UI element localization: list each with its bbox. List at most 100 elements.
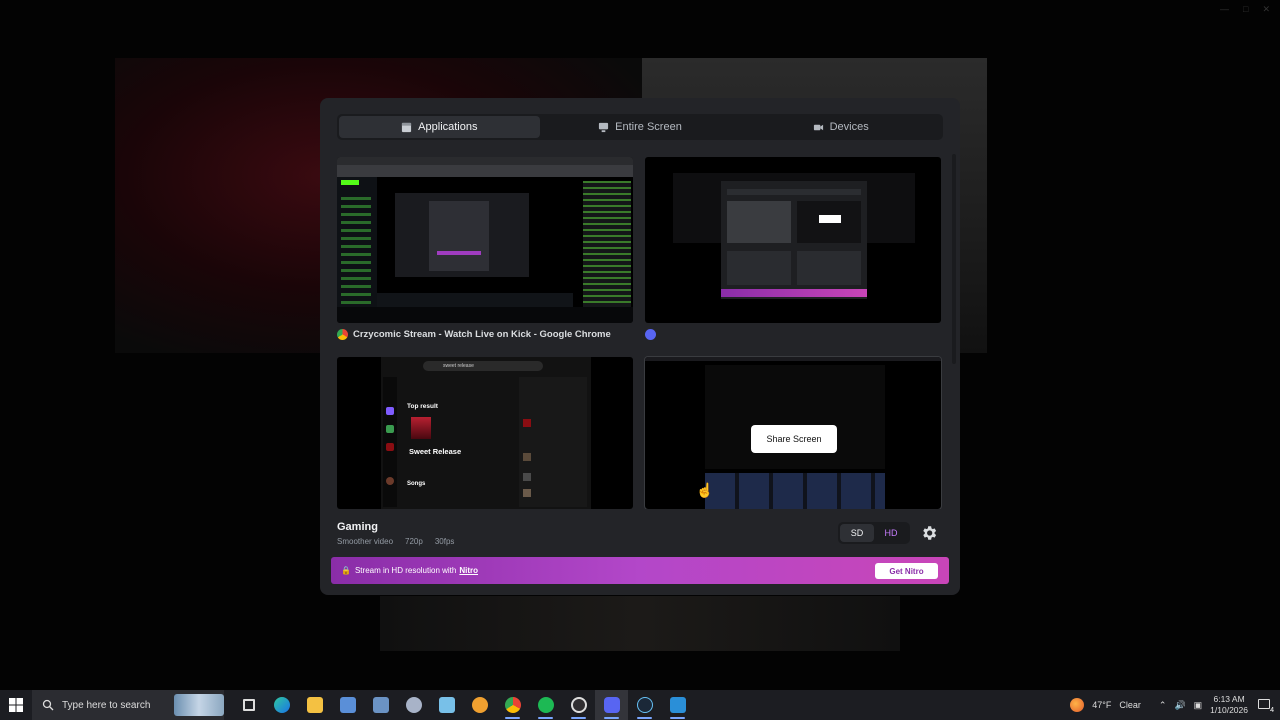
window-grid: Crzycomic Stream - Watch Live on Kick - …: [337, 157, 945, 509]
camera-icon: [813, 124, 823, 130]
close-icon[interactable]: ✕: [1262, 4, 1270, 15]
edge-icon: [273, 697, 290, 713]
taskbar-steam[interactable]: [628, 690, 661, 720]
windows-taskbar: Type here to search 47°F Clear ⌃ 🔊 ▣ 6:1…: [0, 690, 1280, 720]
get-nitro-button[interactable]: Get Nitro: [875, 563, 938, 579]
screen-share-modal: Applications Entire Screen Devices Crzyc…: [320, 98, 960, 595]
maximize-icon[interactable]: □: [1243, 4, 1248, 15]
game-icon: [405, 697, 422, 713]
application-icon: [402, 122, 412, 132]
resolution-toggle: SD HD: [838, 522, 910, 544]
nitro-message: Stream in HD resolution with: [354, 566, 457, 575]
taskbar-edge[interactable]: [265, 690, 298, 720]
window-caption-chrome: Crzycomic Stream - Watch Live on Kick - …: [337, 329, 611, 340]
window-thumbnail-discord[interactable]: [645, 157, 941, 323]
search-highlight-image: [174, 694, 224, 716]
taskbar-file-explorer[interactable]: [298, 690, 331, 720]
share-screen-button[interactable]: Share Screen: [751, 425, 837, 453]
spotify-window: sweet release Top result Sweet Release S…: [381, 357, 591, 509]
clock-date: 1/10/2026: [1210, 705, 1248, 715]
window-controls: — □ ✕: [1220, 4, 1270, 15]
hd-option[interactable]: HD: [874, 524, 908, 542]
taskbar-discord[interactable]: [595, 690, 628, 720]
clock-time: 6:13 AM: [1213, 694, 1245, 704]
system-tray: 47°F Clear ⌃ 🔊 ▣ 6:13 AM 1/10/2026 4: [1070, 690, 1280, 720]
background-video-bottom: [380, 596, 900, 651]
spotify-icon: [537, 697, 554, 713]
hand-cursor-icon: ☝: [696, 482, 714, 498]
clock[interactable]: 6:13 AM 1/10/2026: [1210, 694, 1248, 716]
window-caption-discord: [645, 329, 661, 340]
spotify-nav: [383, 377, 397, 507]
start-button[interactable]: [0, 690, 32, 720]
running-indicator: [637, 717, 652, 719]
quality-preset-title: Gaming: [337, 521, 378, 533]
shield-icon: [471, 697, 488, 713]
tab-label: Applications: [418, 121, 478, 133]
taskbar-chrome[interactable]: [496, 690, 529, 720]
spotify-right-panel: [519, 377, 587, 507]
taskbar-calculator[interactable]: [364, 690, 397, 720]
chevron-up-icon[interactable]: ⌃: [1159, 700, 1167, 711]
source-tabs: Applications Entire Screen Devices: [337, 114, 943, 140]
running-indicator: [670, 717, 685, 719]
taskbar-spotify[interactable]: [529, 690, 562, 720]
tab-entire-screen[interactable]: Entire Screen: [540, 116, 741, 138]
taskbar-app-3[interactable]: [430, 690, 463, 720]
grid-scrollbar[interactable]: [952, 154, 956, 364]
weather-temp[interactable]: 47°F: [1092, 700, 1111, 710]
task-view-button[interactable]: [232, 690, 265, 720]
tab-label: Entire Screen: [615, 121, 682, 133]
running-indicator: [604, 717, 619, 719]
quality-resolution: 720p: [405, 537, 423, 546]
taskbar-app-2[interactable]: [397, 690, 430, 720]
taskbar-app-4[interactable]: [463, 690, 496, 720]
songs-label: Songs: [407, 481, 426, 487]
sd-option[interactable]: SD: [840, 524, 874, 542]
taskbar-app-5[interactable]: [661, 690, 694, 720]
obs-icon: [570, 697, 587, 713]
notification-count: 4: [1270, 707, 1274, 714]
taskbar-obs[interactable]: [562, 690, 595, 720]
search-placeholder: Type here to search: [62, 699, 151, 711]
notification-button[interactable]: 4: [1256, 697, 1274, 714]
quality-fps: 30fps: [434, 537, 455, 546]
top-result-label: Top result: [407, 403, 438, 410]
taskbar-search[interactable]: Type here to search: [32, 690, 224, 720]
spotify-search-field: sweet release: [423, 361, 543, 371]
volume-icon[interactable]: 🔊: [1174, 700, 1185, 711]
obs-docks: [705, 473, 885, 509]
window-thumbnail-obs[interactable]: Share Screen: [644, 356, 942, 509]
track-title: Sweet Release: [409, 447, 462, 456]
network-icon[interactable]: ▣: [1194, 700, 1203, 711]
tab-applications[interactable]: Applications: [339, 116, 540, 138]
document-icon: [438, 697, 455, 713]
weather-icon[interactable]: [1070, 698, 1085, 712]
window-thumbnail-chrome[interactable]: [337, 157, 633, 323]
minimize-icon[interactable]: —: [1220, 4, 1229, 15]
running-indicator: [538, 717, 553, 719]
window-thumbnail-spotify[interactable]: sweet release Top result Sweet Release S…: [337, 357, 633, 509]
window-app-icon: [339, 697, 356, 713]
running-indicator: [571, 717, 586, 719]
obs-titlebar: [645, 357, 941, 361]
nitro-link[interactable]: Nitro: [459, 566, 478, 575]
browser-footer: [337, 307, 633, 323]
lock-icon: 🔒: [341, 566, 351, 575]
quality-details: Smoother video 720p 30fps: [337, 537, 454, 546]
calculator-icon: [372, 697, 389, 713]
monitor-icon: [599, 122, 609, 132]
notification-icon: [1258, 699, 1270, 709]
discord-icon: [603, 697, 620, 713]
window-title: Crzycomic Stream - Watch Live on Kick - …: [353, 329, 611, 340]
weather-desc[interactable]: Clear: [1119, 700, 1141, 710]
pinned-apps: [232, 690, 694, 720]
gear-icon[interactable]: [920, 524, 938, 542]
tab-devices[interactable]: Devices: [740, 116, 941, 138]
nitro-upsell-banner: 🔒 Stream in HD resolution with Nitro Get…: [331, 557, 949, 584]
taskbar-app-1[interactable]: [331, 690, 364, 720]
nested-modal: [721, 181, 867, 299]
windows-logo-icon: [9, 698, 23, 712]
kick-sidebar: [337, 177, 377, 323]
search-icon: [42, 699, 54, 711]
